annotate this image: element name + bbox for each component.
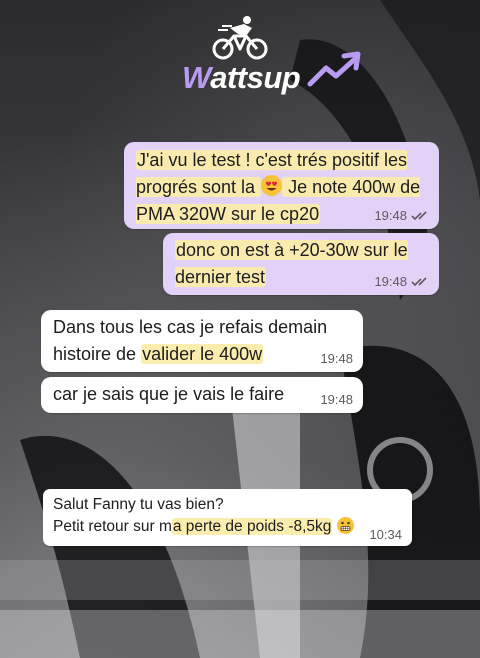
message-timestamp: 19:48 bbox=[374, 208, 407, 223]
message-meta: 19:48 bbox=[374, 275, 429, 289]
message-meta: 19:48 bbox=[320, 393, 353, 407]
read-receipt-icon bbox=[411, 211, 427, 221]
message-timestamp: 10:34 bbox=[369, 527, 402, 542]
message-meta: 19:48 bbox=[320, 352, 353, 366]
message-bubble-outgoing[interactable]: donc on est à +20-30w sur le dernier tes… bbox=[163, 233, 439, 295]
brand-logo: Wattsup bbox=[0, 12, 480, 102]
trend-up-arrow-icon bbox=[307, 51, 361, 87]
message-timestamp: 19:48 bbox=[320, 392, 353, 407]
message-text: donc on est à +20-30w sur le dernier tes… bbox=[175, 240, 408, 287]
message-text: Dans tous les cas je refais demain histo… bbox=[53, 317, 328, 364]
message-bubble-incoming[interactable]: Salut Fanny tu vas bien? Petit retour su… bbox=[43, 489, 412, 546]
cyclist-icon bbox=[212, 16, 268, 60]
message-bubble-outgoing[interactable]: J'ai vu le test ! c'est trés positif les… bbox=[124, 142, 439, 229]
message-bubble-incoming[interactable]: Dans tous les cas je refais demain histo… bbox=[41, 310, 363, 372]
message-bubble-incoming[interactable]: car je sais que je vais le faire 19:48 bbox=[41, 377, 363, 413]
brand-wordmark: Wattsup bbox=[182, 60, 301, 95]
read-receipt-icon bbox=[411, 277, 427, 287]
message-meta: 10:34 bbox=[369, 528, 402, 542]
message-text: car je sais que je vais le faire bbox=[53, 384, 285, 404]
grimacing-face-emoji-icon bbox=[336, 517, 354, 534]
message-line: Petit retour sur ma perte de poids -8,5k… bbox=[53, 516, 402, 538]
message-line: Salut Fanny tu vas bien? bbox=[53, 496, 224, 513]
message-timestamp: 19:48 bbox=[374, 274, 407, 289]
message-meta: 19:48 bbox=[374, 209, 429, 223]
message-timestamp: 19:48 bbox=[320, 351, 353, 366]
heart-eyes-emoji-icon bbox=[261, 175, 283, 196]
